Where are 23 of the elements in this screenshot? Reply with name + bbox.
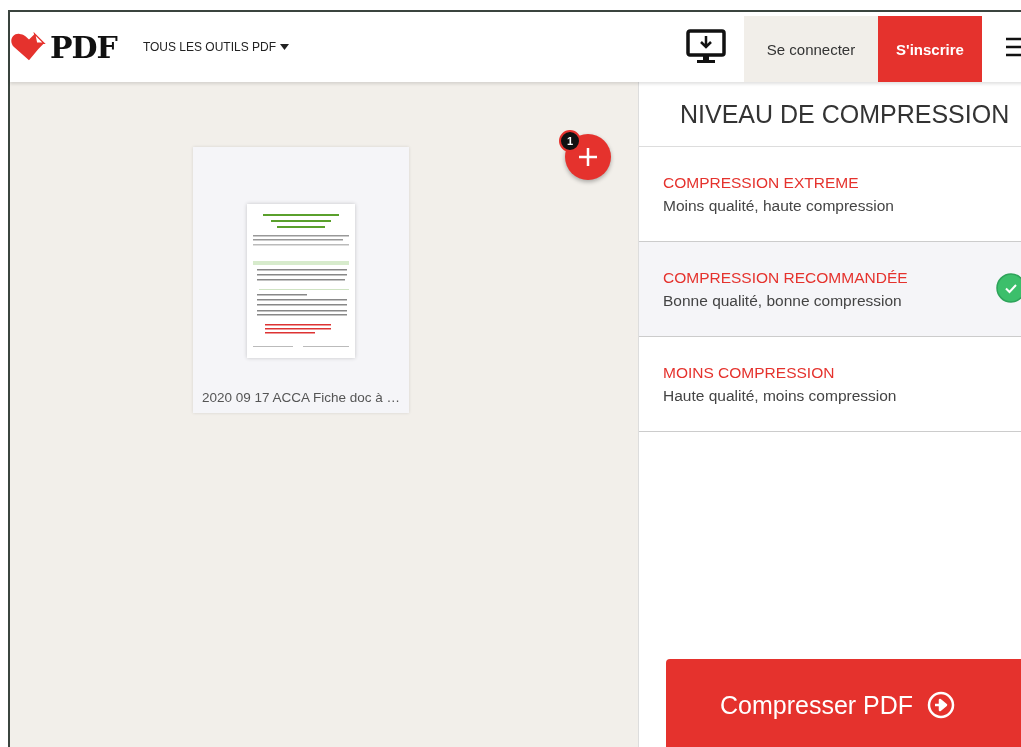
login-button[interactable]: Se connecter: [744, 16, 878, 82]
panel-title: NIVEAU DE COMPRESSION: [639, 82, 1021, 147]
option-title: MOINS COMPRESSION: [663, 363, 836, 382]
tools-menu[interactable]: TOUS LES OUTILS PDF: [142, 40, 290, 54]
compress-button[interactable]: Compresser PDF: [666, 659, 1021, 747]
option-title: COMPRESSION RECOMMANDÉE: [663, 268, 909, 287]
option-description: Haute qualité, moins compression: [663, 386, 898, 405]
arrow-circle-icon: [927, 691, 956, 719]
file-card[interactable]: 2020 09 17 ACCA Fiche doc à …: [193, 147, 409, 413]
compression-option[interactable]: COMPRESSION RECOMMANDÉE Bonne qualité, bonne compression: [639, 242, 1021, 337]
compression-option[interactable]: MOINS COMPRESSION Haute qualité, moins compression: [639, 337, 1021, 432]
check-icon: [996, 273, 1021, 303]
file-count-badge: 1: [559, 130, 581, 152]
option-description: Moins qualité, haute compression: [663, 196, 895, 215]
signup-button[interactable]: S'inscrire: [878, 16, 982, 82]
plus-icon: [578, 147, 598, 167]
desktop-download-icon[interactable]: [686, 29, 726, 65]
add-file-button[interactable]: [565, 134, 611, 180]
file-name: 2020 09 17 ACCA Fiche doc à …: [201, 390, 401, 405]
option-title: COMPRESSION EXTREME: [663, 173, 860, 192]
logo-text[interactable]: PDF: [50, 29, 117, 65]
option-description: Bonne qualité, bonne compression: [663, 291, 903, 310]
caret-icon: [280, 44, 290, 50]
